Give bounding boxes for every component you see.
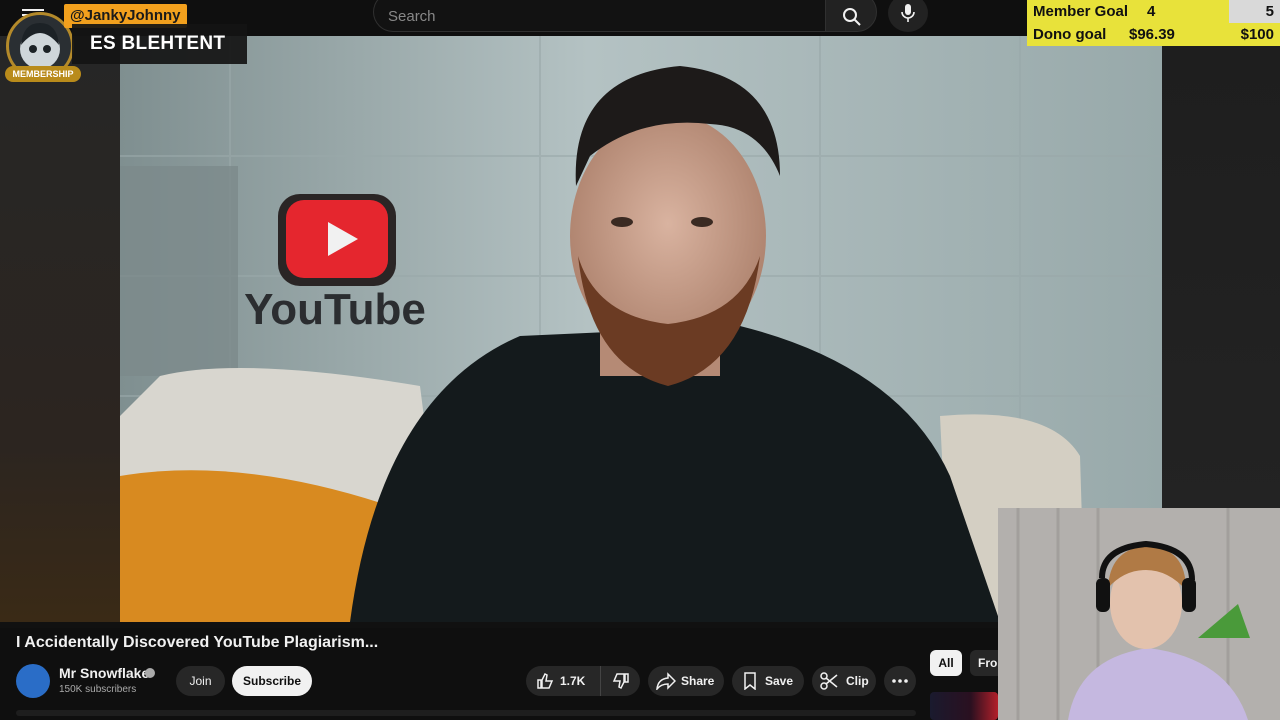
clip-label: Clip xyxy=(846,674,869,688)
streamer-webcam xyxy=(998,508,1280,720)
clip-button[interactable]: Clip xyxy=(812,666,876,696)
subscribe-button[interactable]: Subscribe xyxy=(232,666,312,696)
bookmark-icon xyxy=(744,672,756,690)
description-box-edge xyxy=(16,710,916,716)
member-goal-row: Member Goal 4 5 xyxy=(1027,0,1280,23)
name-plate: ES BLEHTENT xyxy=(72,24,247,64)
name-plate-text: ES BLEHTENT xyxy=(90,33,226,54)
share-label: Share xyxy=(681,674,715,688)
save-button[interactable]: Save xyxy=(732,666,804,696)
channel-name[interactable]: Mr Snowflake xyxy=(59,665,149,681)
dono-goal-row: Dono goal $96.39 $100 xyxy=(1027,23,1280,46)
membership-badge: MEMBERSHIP xyxy=(5,66,81,82)
more-horizontal-icon xyxy=(892,679,908,683)
share-button[interactable]: Share xyxy=(648,666,724,696)
join-button[interactable]: Join xyxy=(176,666,225,696)
video-ambient-left xyxy=(0,36,120,622)
video-ambient-right xyxy=(1162,36,1280,508)
video-title: I Accidentally Discovered YouTube Plagia… xyxy=(16,634,379,651)
like-dislike-group: 1.7K xyxy=(526,666,640,696)
share-icon xyxy=(656,672,676,690)
like-count: 1.7K xyxy=(560,674,586,688)
dono-goal-target: $100 xyxy=(1240,26,1274,43)
search-icon xyxy=(843,8,861,26)
verified-icon xyxy=(145,668,155,678)
subscriber-count: 150K subscribers xyxy=(59,684,137,695)
chip-from[interactable]: From xyxy=(970,650,998,676)
scissors-icon xyxy=(820,672,838,690)
dislike-button[interactable] xyxy=(600,666,640,696)
voice-search-button[interactable] xyxy=(888,0,928,32)
member-goal-label: Member Goal xyxy=(1033,3,1129,20)
dono-goal-current: $96.39 xyxy=(1129,26,1175,43)
search-button[interactable] xyxy=(825,0,877,32)
recommended-video-thumbnail[interactable] xyxy=(930,692,998,720)
youtube-logo-text: YouTube xyxy=(244,285,426,334)
member-goal-target: 5 xyxy=(1265,3,1274,20)
dono-goal-label: Dono goal xyxy=(1033,26,1107,43)
chip-all[interactable]: All xyxy=(930,650,962,676)
thumbs-down-icon xyxy=(612,673,629,690)
member-goal-current: 4 xyxy=(1147,3,1156,20)
channel-avatar[interactable] xyxy=(16,664,50,698)
search-box xyxy=(373,0,826,32)
microphone-icon xyxy=(901,4,915,22)
search-input[interactable] xyxy=(388,5,808,27)
webcam-scene xyxy=(998,508,1280,720)
goal-tracker: Member Goal 4 5 Dono goal $96.39 $100 xyxy=(1027,0,1280,46)
thumbs-up-icon xyxy=(537,672,554,689)
like-button[interactable]: 1.7K xyxy=(526,666,598,696)
save-label: Save xyxy=(765,674,794,688)
more-actions-button[interactable] xyxy=(884,666,916,696)
